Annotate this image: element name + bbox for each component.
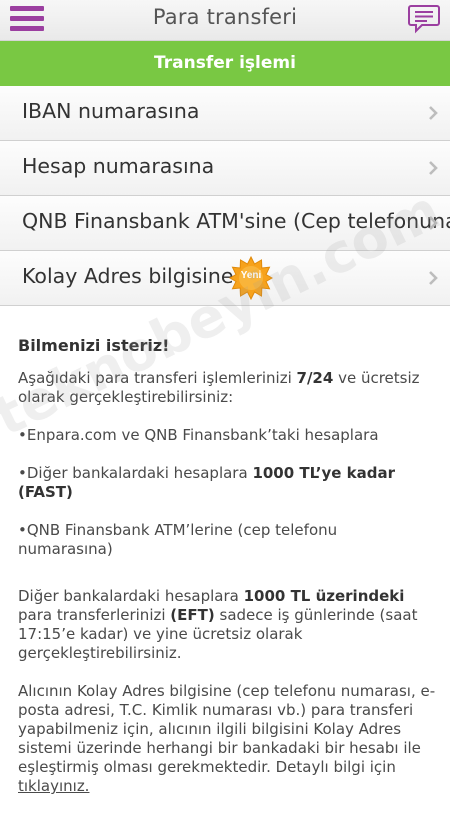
list-item-easy-address[interactable]: Kolay Adres bilgisine Yeni xyxy=(0,251,450,306)
list-item-label: Hesap numarasına xyxy=(22,154,215,178)
chevron-right-icon xyxy=(429,106,438,120)
section-header: Transfer işlemi xyxy=(0,41,450,86)
info-eft-paragraph: Diğer bankalardaki hesaplara 1000 TL üze… xyxy=(18,587,418,662)
list-item-label: Kolay Adres bilgisine xyxy=(22,264,234,288)
new-badge: Yeni xyxy=(229,255,273,301)
chevron-right-icon xyxy=(429,161,438,175)
info-heading: Bilmenizi isteriz! xyxy=(18,336,170,355)
info-bullet: •QNB Finansbank ATM’lerine (cep telefonu… xyxy=(18,521,338,558)
list-item-label: QNB Finansbank ATM'sine (Cep telefonuna) xyxy=(22,209,450,233)
transfer-options-list: IBAN numarasına Hesap numarasına QNB Fin… xyxy=(0,86,450,306)
list-item-label: IBAN numarasına xyxy=(22,99,200,123)
info-bullet: •Enpara.com ve QNB Finansbank’taki hesap… xyxy=(18,426,379,444)
info-intro: Aşağıdaki para transferi işlemlerinizi 7… xyxy=(18,369,420,406)
details-link[interactable]: tıklayınız. xyxy=(18,777,89,795)
chat-bubble-icon[interactable] xyxy=(408,4,440,34)
info-section: Bilmenizi isteriz! Aşağıdaki para transf… xyxy=(18,336,436,815)
list-item-account-number[interactable]: Hesap numarasına xyxy=(0,141,450,196)
info-bullet: •Diğer bankalardaki hesaplara 1000 TL’ye… xyxy=(18,464,395,501)
chevron-right-icon xyxy=(429,216,438,230)
info-easy-address-paragraph: Alıcının Kolay Adres bilgisine (cep tele… xyxy=(18,682,436,795)
chevron-right-icon xyxy=(429,271,438,285)
list-item-atm[interactable]: QNB Finansbank ATM'sine (Cep telefonuna) xyxy=(0,196,450,251)
list-item-iban[interactable]: IBAN numarasına xyxy=(0,86,450,141)
badge-label: Yeni xyxy=(240,270,262,281)
top-bar: Para transferi xyxy=(0,0,450,41)
page-title: Para transferi xyxy=(152,5,298,29)
